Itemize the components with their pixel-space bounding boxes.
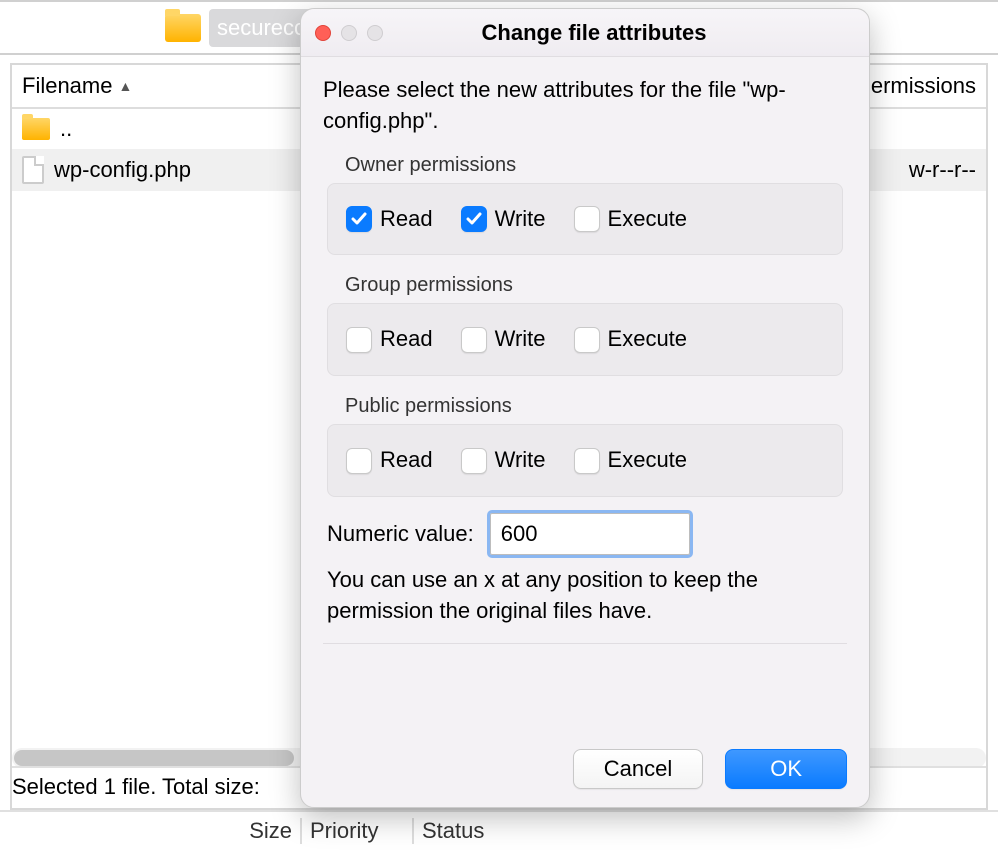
group-group-label: Group permissions xyxy=(345,271,847,299)
hint-text: You can use an x at any position to keep… xyxy=(327,565,843,627)
owner-write[interactable]: Write xyxy=(461,204,546,235)
dialog-title: Change file attributes xyxy=(333,20,855,46)
write-label: Write xyxy=(495,324,546,355)
public-write[interactable]: Write xyxy=(461,445,546,476)
folder-icon xyxy=(22,118,50,140)
group-permissions-group: Read Write Execute xyxy=(327,303,843,376)
ok-button[interactable]: OK xyxy=(725,749,847,789)
numeric-value-input[interactable] xyxy=(490,513,690,555)
parent-dir-label: .. xyxy=(60,116,72,142)
dialog-titlebar[interactable]: Change file attributes xyxy=(301,9,869,57)
owner-group-label: Owner permissions xyxy=(345,151,847,179)
public-read[interactable]: Read xyxy=(346,445,433,476)
write-label: Write xyxy=(495,445,546,476)
write-label: Write xyxy=(495,204,546,235)
close-icon[interactable] xyxy=(315,25,331,41)
execute-label: Execute xyxy=(608,324,688,355)
dialog-prompt: Please select the new attributes for the… xyxy=(323,75,847,137)
public-execute[interactable]: Execute xyxy=(574,445,688,476)
group-read[interactable]: Read xyxy=(346,324,433,355)
group-execute[interactable]: Execute xyxy=(574,324,688,355)
folder-icon xyxy=(165,14,201,42)
file-name: wp-config.php xyxy=(54,157,191,183)
column-permissions[interactable]: ermissions xyxy=(871,73,976,99)
read-label: Read xyxy=(380,204,433,235)
read-label: Read xyxy=(380,445,433,476)
change-attributes-dialog: Change file attributes Please select the… xyxy=(300,8,870,808)
column-filename[interactable]: Filename xyxy=(22,73,112,99)
owner-read[interactable]: Read xyxy=(346,204,433,235)
cancel-button[interactable]: Cancel xyxy=(573,749,703,789)
sort-asc-icon: ▲ xyxy=(118,78,132,94)
numeric-label: Numeric value: xyxy=(327,519,474,550)
execute-label: Execute xyxy=(608,204,688,235)
queue-header: Size Priority Status xyxy=(0,810,998,850)
public-permissions-group: Read Write Execute xyxy=(327,424,843,497)
file-permissions: w-r--r-- xyxy=(909,157,976,183)
public-group-label: Public permissions xyxy=(345,392,847,420)
read-label: Read xyxy=(380,324,433,355)
column-size[interactable]: Size xyxy=(0,818,300,844)
owner-permissions-group: Read Write Execute xyxy=(327,183,843,256)
execute-label: Execute xyxy=(608,445,688,476)
column-status[interactable]: Status xyxy=(414,818,484,844)
dialog-footer: Cancel OK xyxy=(301,735,869,807)
file-icon xyxy=(22,156,44,184)
column-priority[interactable]: Priority xyxy=(302,818,412,844)
divider xyxy=(323,643,847,644)
owner-execute[interactable]: Execute xyxy=(574,204,688,235)
group-write[interactable]: Write xyxy=(461,324,546,355)
